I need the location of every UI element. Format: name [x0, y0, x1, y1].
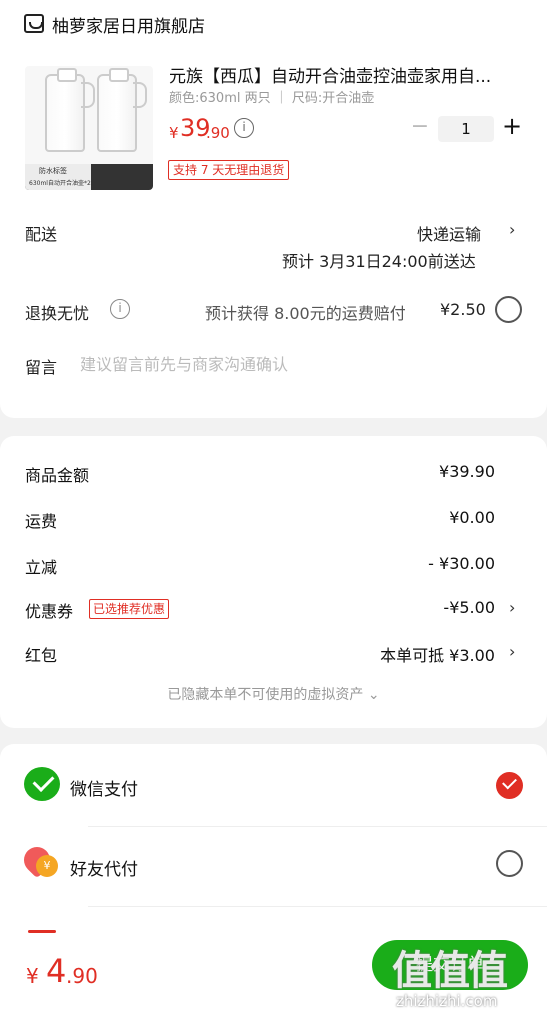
product-image-banner: 防水标签 630ml自动开合油壶*2	[25, 164, 153, 190]
discount-label: 立减	[25, 558, 58, 577]
redpacket-label: 红包	[25, 646, 58, 665]
divider	[88, 906, 547, 907]
coupon-tag: 已选推荐优惠	[89, 599, 170, 619]
bottle-graphic	[45, 68, 95, 152]
friend-pay-icon: ¥	[18, 841, 60, 879]
product-banner-line: 防水标签	[39, 167, 67, 175]
goods-amount-label: 商品金额	[25, 466, 90, 485]
divider	[28, 930, 56, 933]
product-banner-line: 630ml自动开合油壶*2	[29, 180, 91, 187]
info-icon[interactable]: i	[110, 299, 130, 319]
chevron-right-icon[interactable]: ›	[509, 598, 515, 617]
quantity-decrease-button[interactable]: −	[410, 114, 430, 142]
redpacket-value[interactable]: 本单可抵 ¥3.00	[380, 642, 495, 666]
price-summary-card: 商品金额 ¥39.90 运费 ¥0.00 立减 - ¥30.00 优惠券 已选推…	[0, 436, 547, 728]
check-icon[interactable]	[496, 772, 523, 799]
shipping-label: 运费	[25, 512, 58, 531]
wechat-pay-icon	[24, 767, 60, 801]
note-input[interactable]	[80, 352, 520, 376]
total-decimal: .90	[66, 964, 98, 988]
price-decimal: .90	[206, 124, 230, 142]
info-icon[interactable]: i	[234, 118, 254, 138]
delivery-method[interactable]: 快递运输	[417, 221, 481, 245]
watermark: 值值值	[392, 948, 508, 994]
store-icon	[24, 14, 44, 33]
order-card: 柚萝家居日用旗舰店 防水标签 630ml自动开合油壶*2 元族【西瓜】自动开合油…	[0, 0, 547, 418]
return-service-desc: 预计获得 8.00元的运费赔付	[205, 304, 406, 323]
chevron-right-icon[interactable]: ›	[509, 220, 515, 239]
note-label: 留言	[25, 358, 58, 377]
friend-pay-radio[interactable]	[496, 850, 523, 877]
delivery-label: 配送	[25, 225, 58, 244]
goods-amount-value: ¥39.90	[439, 462, 495, 481]
return-policy-tag: 支持 7 天无理由退货	[168, 160, 290, 180]
bottom-bar: ¥ 4 .90 提交订单 值值值 zhizhizhi.com	[0, 926, 547, 1024]
wechat-pay-label[interactable]: 微信支付	[70, 775, 138, 800]
friend-pay-label[interactable]: 好友代付	[70, 855, 138, 880]
product-spec[interactable]: 颜色:630ml 两只 ｜ 尺码:开合油壶	[169, 87, 374, 106]
chevron-right-icon[interactable]: ›	[509, 642, 515, 661]
total-integer: 4	[46, 952, 67, 990]
coupon-label: 优惠券	[25, 602, 74, 621]
store-name[interactable]: 柚萝家居日用旗舰店	[52, 12, 205, 37]
return-service-label: 退换无忧	[25, 304, 90, 323]
price-currency: ¥	[169, 124, 179, 142]
hidden-assets-toggle[interactable]: 已隐藏本单不可使用的虚拟资产 ⌄	[0, 684, 547, 704]
watermark-site: zhizhizhi.com	[396, 992, 498, 1010]
return-service-radio[interactable]	[495, 296, 522, 323]
shipping-value: ¥0.00	[449, 508, 495, 527]
return-service-price: ¥2.50	[440, 300, 486, 319]
total-currency: ¥	[26, 964, 39, 988]
delivery-eta: 预计 3月31日24:00前送达	[282, 252, 476, 271]
coupon-value[interactable]: -¥5.00	[443, 598, 495, 617]
quantity-increase-button[interactable]: +	[500, 112, 524, 142]
bottle-graphic	[97, 68, 147, 152]
product-title[interactable]: 元族【西瓜】自动开合油壶控油壶家用自...	[169, 62, 525, 87]
product-image[interactable]: 防水标签 630ml自动开合油壶*2	[25, 66, 153, 190]
discount-value: - ¥30.00	[428, 554, 495, 573]
quantity-field[interactable]: 1	[438, 116, 494, 142]
divider	[88, 826, 547, 827]
